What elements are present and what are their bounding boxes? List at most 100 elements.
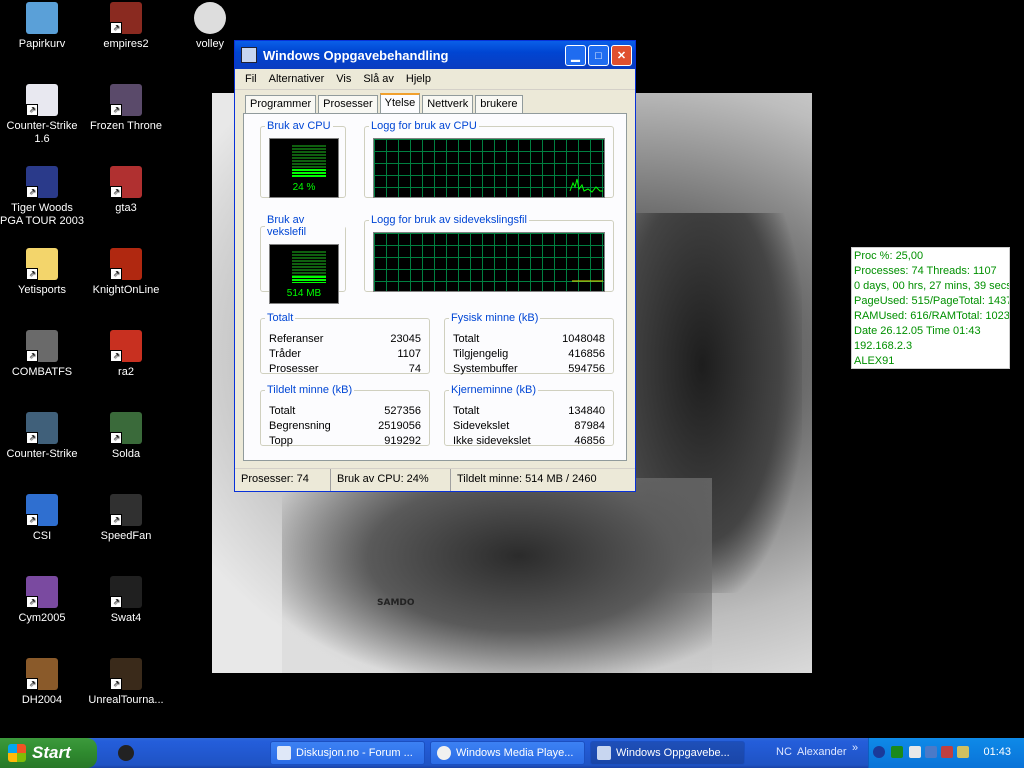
network-icon[interactable] <box>925 746 937 758</box>
desktop-icon[interactable]: ↗ Counter-Strike <box>0 412 84 461</box>
taskbar-button-media-player[interactable]: Windows Media Playe... <box>430 741 585 765</box>
stat-value: 416856 <box>568 348 605 360</box>
soldier-icon: ↗ <box>26 412 58 444</box>
back-arrow-icon[interactable] <box>873 746 885 758</box>
desktop-icon[interactable]: ↗ DH2004 <box>0 658 84 707</box>
taskbar-button-task-manager[interactable]: Windows Oppgavebe... <box>590 741 745 765</box>
pagefile-history-label: Logg for bruk av sidevekslingsfil <box>371 214 527 226</box>
pagefile-meter-fill <box>292 276 326 283</box>
deer-hunter-icon: ↗ <box>26 658 58 690</box>
stat-value: 527356 <box>384 405 421 417</box>
desktop-icon[interactable]: ↗ Counter-Strike 1.6 <box>0 84 84 146</box>
tab-processes[interactable]: Prosesser <box>318 95 378 115</box>
desktop-icon[interactable]: ↗ Tiger Woods PGA TOUR 2003 <box>0 166 84 228</box>
desktop-icon[interactable]: ↗ empires2 <box>84 2 168 51</box>
shortcut-arrow-icon: ↗ <box>26 186 38 198</box>
start-button[interactable]: Start <box>0 738 97 768</box>
stat-row: Totalt 134840 <box>453 405 605 417</box>
status-bar: Prosesser: 74 Bruk av CPU: 24% Tildelt m… <box>235 468 635 491</box>
desktop-icon[interactable]: ↗ Yetisports <box>0 248 84 297</box>
stat-value: 1048048 <box>562 333 605 345</box>
unreal-icon: ↗ <box>110 658 142 690</box>
desktop-icon-label: Tiger Woods PGA TOUR 2003 <box>0 202 84 227</box>
desktop-icon[interactable]: Papirkurv <box>0 2 84 51</box>
shortcut-arrow-icon: ↗ <box>110 514 122 526</box>
stat-value: 74 <box>408 363 421 375</box>
stat-value: 594756 <box>568 363 605 375</box>
desktop-icon-label: CSI <box>32 530 52 542</box>
monitor-tray-icon[interactable] <box>891 746 903 758</box>
clock[interactable]: 01:43 <box>983 746 1011 758</box>
stat-row: Referanser 23045 <box>269 333 421 345</box>
desktop-icon[interactable]: ↗ SpeedFan <box>84 494 168 543</box>
shortcut-arrow-icon: ↗ <box>26 104 38 116</box>
desktop-icon[interactable]: ↗ Swat4 <box>84 576 168 625</box>
minimize-button[interactable]: ▁ <box>565 44 586 66</box>
desktop-icon-label: Yetisports <box>18 284 66 296</box>
desktop-icon-label: DH2004 <box>21 694 63 706</box>
desktop-icon[interactable]: ↗ COMBATFS <box>0 330 84 379</box>
taskbar-button-forum[interactable]: Diskusjon.no - Forum ... <box>270 741 425 765</box>
menu-shutdown[interactable]: Slå av <box>357 73 400 85</box>
tab-applications[interactable]: Programmer <box>245 95 317 115</box>
pagefile-meter: 514 MB <box>269 244 339 304</box>
shortcut-arrow-icon: ↗ <box>26 432 38 444</box>
physical-memory-label: Fysisk minne (kB) <box>451 312 539 324</box>
toolbar-chevron[interactable]: » <box>852 742 858 754</box>
task-manager-icon <box>597 746 611 760</box>
stat-value: 1107 <box>397 348 421 360</box>
shortcut-arrow-icon: ↗ <box>110 350 122 362</box>
shortcut-arrow-icon: ↗ <box>110 22 122 34</box>
physical-memory-group: Fysisk minne (kB) Totalt 1048048 Tilgjeng… <box>444 312 614 375</box>
desktop-icon-label: UnrealTourna... <box>88 694 164 706</box>
soldat-icon: ↗ <box>110 412 142 444</box>
desktop-icon[interactable]: ↗ Solda <box>84 412 168 461</box>
cpu-usage-label: Bruk av CPU <box>267 120 331 132</box>
tray-app-icon[interactable] <box>941 746 953 758</box>
menu-help[interactable]: Hjelp <box>400 73 437 85</box>
menu-view[interactable]: Vis <box>330 73 357 85</box>
desktop-icon[interactable]: ↗ Frozen Throne <box>84 84 168 133</box>
pagefile-usage-label: Bruk av vekslefil <box>267 214 307 238</box>
desktop-icon[interactable]: ↗ KnightOnLine <box>84 248 168 297</box>
cpu-history-line <box>569 178 603 193</box>
task-manager-window[interactable]: Windows Oppgavebehandling ▁ □ ✕ Fil Alte… <box>234 40 636 492</box>
desktop-icon-label: gta3 <box>115 202 137 214</box>
tab-networking[interactable]: Nettverk <box>422 95 474 115</box>
frozen-throne-icon: ↗ <box>110 84 142 116</box>
pagefile-meter-bars <box>292 251 326 283</box>
desktop-icon[interactable]: ↗ UnrealTourna... <box>84 658 168 707</box>
close-button[interactable]: ✕ <box>611 44 632 66</box>
speaker-icon[interactable] <box>957 746 969 758</box>
menu-options[interactable]: Alternativer <box>263 73 331 85</box>
desktop-icon[interactable]: ↗ Cym2005 <box>0 576 84 625</box>
monitor-line: ALEX91 <box>854 355 895 367</box>
status-cpu: Bruk av CPU: 24% <box>331 469 451 491</box>
kernel-memory-label: Kjerneminne (kB) <box>451 384 536 396</box>
mail-icon[interactable] <box>909 746 921 758</box>
user-label: Alexander <box>797 746 847 758</box>
tab-users[interactable]: brukere <box>475 95 523 115</box>
status-processes: Prosesser: 74 <box>235 469 331 491</box>
desktop-icon[interactable]: ↗ ra2 <box>84 330 168 379</box>
kernel-memory-group: Kjerneminne (kB) Totalt 134840 Sideveksle… <box>444 384 614 447</box>
desktop-icon-label: empires2 <box>103 38 149 50</box>
performance-panel: Bruk av CPU 24 % Logg for bruk av CPU Br… <box>243 113 627 461</box>
cpu-history-label: Logg for bruk av CPU <box>371 120 477 132</box>
stat-row: Prosesser 74 <box>269 363 421 375</box>
stat-value: 134840 <box>568 405 605 417</box>
desktop-icon-label: SpeedFan <box>100 530 152 542</box>
cpu-history-group: Logg for bruk av CPU <box>364 120 614 198</box>
stat-name: Begrensning <box>269 420 331 432</box>
desktop-icon[interactable]: ↗ CSI <box>0 494 84 543</box>
title-bar[interactable]: Windows Oppgavebehandling ▁ □ ✕ <box>235 41 635 69</box>
menu-file[interactable]: Fil <box>239 73 263 85</box>
commit-memory-group: Tildelt minne (kB) Totalt 527356 Begrensn… <box>260 384 430 447</box>
desktop-icon[interactable]: ↗ gta3 <box>84 166 168 215</box>
shortcut-arrow-icon: ↗ <box>26 678 38 690</box>
steam-icon[interactable] <box>118 745 134 761</box>
shortcut-arrow-icon: ↗ <box>26 596 38 608</box>
desktop-icon-label: KnightOnLine <box>92 284 160 296</box>
maximize-button[interactable]: □ <box>588 44 609 66</box>
monitor-line: PageUsed: 515/PageTotal: 1437 <box>854 295 1010 307</box>
